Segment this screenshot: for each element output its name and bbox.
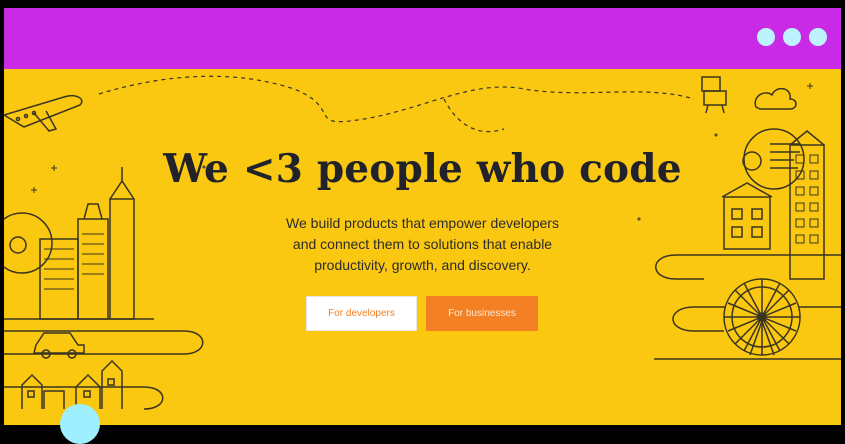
page-title: We <3 people who code xyxy=(163,146,682,192)
for-developers-button[interactable]: For developers xyxy=(306,296,417,331)
hero-subtitle-line: productivity, growth, and discovery. xyxy=(314,257,531,273)
hero-subtitle-line: We build products that empower developer… xyxy=(286,215,559,231)
hero-subtitle: We build products that empower developer… xyxy=(4,213,841,276)
top-bar xyxy=(4,8,841,69)
ferris-wheel-icon xyxy=(723,278,801,356)
houses-icon xyxy=(21,359,123,409)
airplane-icon xyxy=(4,94,83,132)
hero-section: We <3 people who code We build products … xyxy=(4,69,841,425)
menu-dot xyxy=(809,28,827,46)
more-options-icon[interactable] xyxy=(757,28,827,46)
cloud-icon xyxy=(754,87,797,110)
robot-icon xyxy=(701,76,727,114)
cursor-indicator xyxy=(60,404,100,444)
browser-frame: We <3 people who code We build products … xyxy=(4,8,841,425)
for-businesses-button[interactable]: For businesses xyxy=(426,296,538,331)
menu-dot xyxy=(783,28,801,46)
menu-dot xyxy=(757,28,775,46)
hero-subtitle-line: and connect them to solutions that enabl… xyxy=(292,236,553,252)
